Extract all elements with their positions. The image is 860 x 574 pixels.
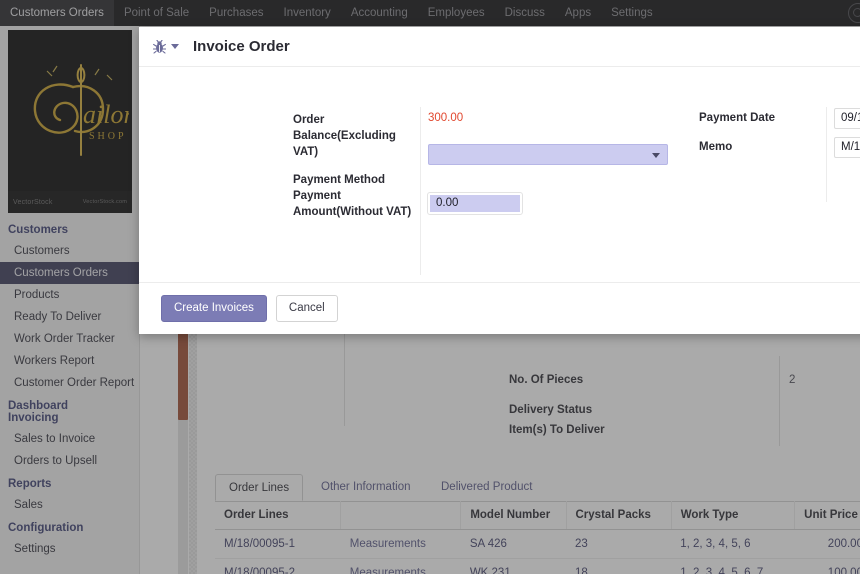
- memo-label: Memo: [699, 141, 733, 153]
- left-group-divider: [420, 107, 421, 275]
- select-chevron-down-icon: [652, 153, 660, 158]
- payment-method-label: Payment Method: [293, 174, 386, 186]
- payment-amount-input[interactable]: 0.00: [427, 192, 523, 215]
- order-balance-field-group: Order Balance(Excluding VAT): [293, 112, 419, 160]
- payment-amount-label: Payment Amount(Without VAT): [293, 190, 412, 218]
- payment-method-select[interactable]: [428, 144, 668, 165]
- create-invoices-button[interactable]: Create Invoices: [161, 295, 267, 322]
- dialog-title: Invoice Order: [193, 38, 290, 55]
- chevron-down-icon[interactable]: [171, 44, 179, 49]
- payment-date-input[interactable]: 09/19/2018: [834, 108, 860, 129]
- payment-method-field-group: Payment Method: [293, 172, 385, 188]
- payment-amount-field-group: Payment Amount(Without VAT): [293, 188, 419, 220]
- order-balance-label: Order Balance(Excluding VAT): [293, 114, 396, 158]
- cancel-button[interactable]: Cancel: [275, 295, 338, 322]
- right-group-divider: [826, 107, 827, 202]
- order-balance-value: 300.00: [428, 112, 464, 124]
- screen: Customers Orders Point of Sale Purchases…: [0, 0, 860, 574]
- dialog-footer: Create Invoices Cancel: [139, 282, 860, 334]
- dialog-body: Order Balance(Excluding VAT) 300.00 Paym…: [139, 67, 860, 282]
- payment-date-label: Payment Date: [699, 112, 776, 124]
- invoice-order-dialog: Invoice Order Order Balance(Excluding VA…: [139, 27, 860, 334]
- dialog-header: Invoice Order: [139, 27, 860, 67]
- bug-icon[interactable]: [152, 39, 167, 54]
- memo-input[interactable]: M/18/00095: [834, 137, 860, 158]
